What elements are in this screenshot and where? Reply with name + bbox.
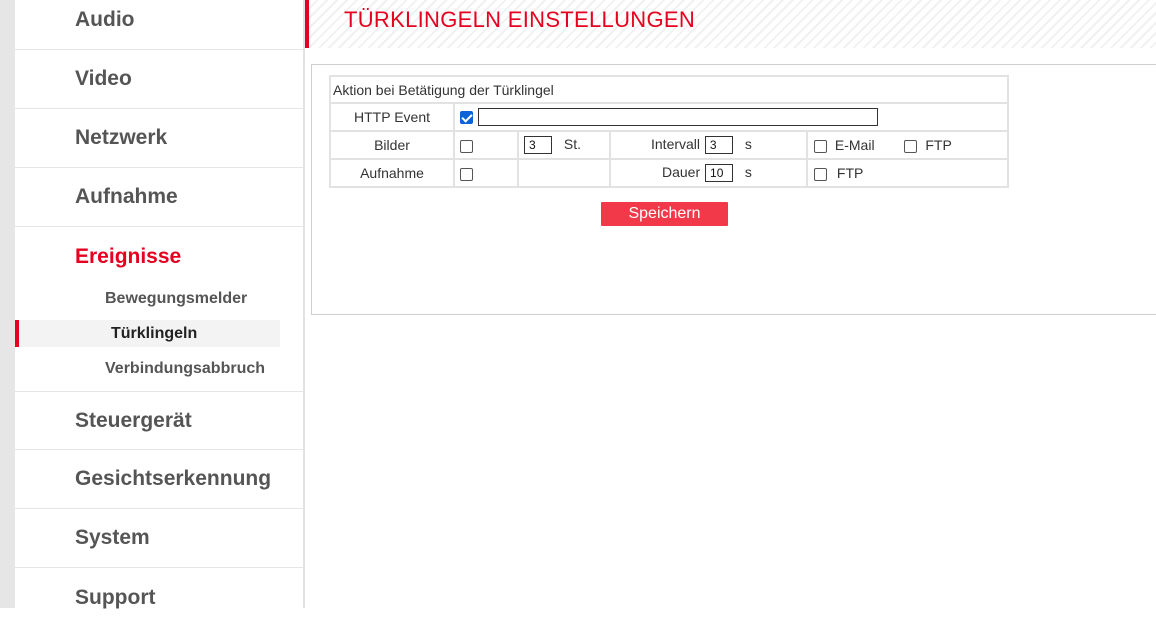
sidebar: Audio Video Netzwerk Aufnahme Ereignisse…: [15, 0, 305, 609]
sidebar-item-support[interactable]: Support: [15, 568, 303, 627]
http-event-row: HTTP Event: [329, 102, 1009, 132]
sidebar-subitem-tuerklingeln[interactable]: Türklingeln: [15, 320, 280, 347]
bilder-ftp-label: FTP: [925, 137, 952, 153]
interval-input[interactable]: [704, 136, 733, 155]
page-header: TÜRKLINGELN EINSTELLUNGEN: [305, 0, 1156, 48]
sidebar-item-video[interactable]: Video: [15, 50, 303, 109]
interval-unit: s: [744, 135, 752, 152]
bilder-ftp-checkbox[interactable]: [904, 139, 918, 153]
http-event-label: HTTP Event: [329, 102, 455, 132]
doorbell-settings-table: Aktion bei Betätigung der Türklingel HTT…: [329, 75, 1009, 188]
save-button[interactable]: Speichern: [601, 202, 728, 226]
left-edge-strip: [0, 0, 15, 608]
email-label: E-Mail: [834, 137, 875, 153]
http-event-checkbox[interactable]: [460, 110, 473, 124]
sidebar-item-steuergeraet[interactable]: Steuergerät: [15, 391, 303, 450]
interval-label: Intervall: [651, 135, 701, 152]
bilder-count-unit: St.: [563, 135, 582, 152]
settings-panel: Aktion bei Betätigung der Türklingel HTT…: [311, 64, 1156, 315]
bilder-checkbox[interactable]: [460, 139, 473, 153]
aufnahme-ftp-label: FTP: [836, 165, 864, 181]
sidebar-item-netzwerk[interactable]: Netzwerk: [15, 109, 303, 168]
duration-unit: s: [744, 163, 752, 180]
aufnahme-ftp-checkbox[interactable]: [814, 167, 827, 181]
sidebar-subitem-verbindungsabbruch[interactable]: Verbindungsabbruch: [15, 355, 280, 382]
sidebar-item-audio[interactable]: Audio: [15, 0, 303, 50]
bilder-count-input[interactable]: [524, 136, 552, 155]
sidebar-item-aufnahme[interactable]: Aufnahme: [15, 168, 303, 227]
duration-label: Dauer: [662, 163, 701, 180]
aufnahme-checkbox[interactable]: [460, 167, 473, 181]
http-event-url-input[interactable]: [477, 108, 878, 127]
selected-marker: [15, 320, 19, 347]
aufnahme-label: Aufnahme: [329, 158, 455, 188]
table-caption: Aktion bei Betätigung der Türklingel: [329, 75, 1009, 104]
sidebar-item-ereignisse[interactable]: Ereignisse: [15, 227, 303, 286]
email-checkbox[interactable]: [814, 139, 827, 153]
duration-input[interactable]: [705, 164, 734, 183]
page-title: TÜRKLINGELN EINSTELLUNGEN: [344, 7, 696, 32]
sidebar-item-gesichtserkennung[interactable]: Gesichtserkennung: [15, 450, 303, 509]
sidebar-item-system[interactable]: System: [15, 509, 303, 568]
bilder-label: Bilder: [329, 130, 455, 160]
bilder-row: Bilder St. Intervall s E-Mail FTP: [329, 130, 1009, 160]
aufnahme-row: Aufnahme Dauer s FTP: [329, 158, 1009, 188]
sidebar-subitem-bewegungsmelder[interactable]: Bewegungsmelder: [15, 285, 280, 312]
